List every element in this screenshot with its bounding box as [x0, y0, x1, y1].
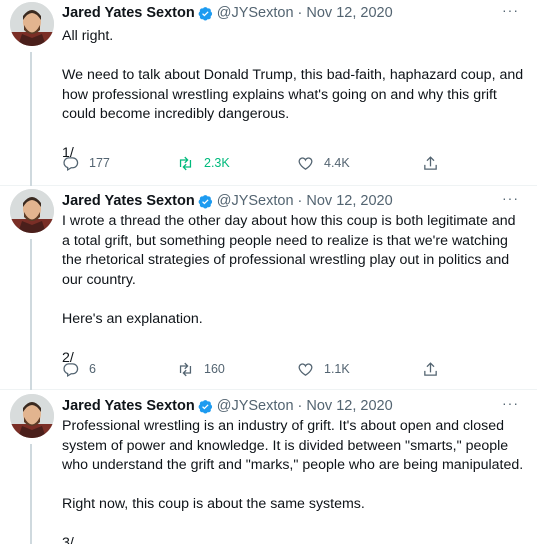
thread-connector-line — [30, 444, 32, 544]
author-handle[interactable]: @JYSexton — [217, 398, 294, 414]
reply-icon — [63, 362, 79, 377]
retweet-count: 160 — [204, 362, 225, 376]
like-button[interactable]: 1.1K — [297, 361, 422, 378]
avatar[interactable] — [10, 189, 54, 233]
reply-count: 6 — [89, 362, 96, 376]
tweet-2[interactable]: Jared Yates Sexton @JYSexton · Nov 12, 2… — [0, 186, 537, 390]
like-count: 4.4K — [324, 156, 350, 170]
heart-icon — [298, 156, 313, 170]
reply-icon — [63, 156, 79, 171]
reply-button[interactable]: 6 — [62, 361, 177, 378]
tweet-date[interactable]: Nov 12, 2020 — [306, 193, 392, 209]
reply-count: 177 — [89, 156, 110, 170]
verified-badge-icon — [198, 6, 212, 21]
tweet-header: Jared Yates Sexton @JYSexton · Nov 12, 2… — [62, 191, 393, 211]
tweet-paragraph: We need to talk about Donald Trump, this… — [62, 67, 524, 122]
reply-button[interactable]: 177 — [62, 155, 177, 172]
tweet-date[interactable]: Nov 12, 2020 — [306, 5, 392, 21]
share-button[interactable] — [422, 361, 439, 378]
separator-dot: · — [297, 193, 303, 209]
tweet-thread: Jared Yates Sexton @JYSexton · Nov 12, 2… — [0, 0, 537, 544]
tweet-text: All right. We need to talk about Donald … — [62, 27, 524, 164]
author-handle[interactable]: @JYSexton — [217, 193, 294, 209]
heart-icon — [298, 362, 313, 376]
thread-connector-line — [30, 52, 32, 186]
avatar[interactable] — [10, 2, 54, 46]
share-icon — [424, 361, 437, 376]
retweet-button[interactable]: 160 — [177, 361, 297, 378]
share-button[interactable] — [422, 155, 439, 172]
author-name[interactable]: Jared Yates Sexton — [62, 193, 195, 209]
thread-connector-line — [30, 239, 32, 390]
author-name[interactable]: Jared Yates Sexton — [62, 5, 195, 21]
tweet-header: Jared Yates Sexton @JYSexton · Nov 12, 2… — [62, 396, 393, 416]
retweet-button[interactable]: 2.3K — [177, 155, 297, 172]
share-icon — [424, 155, 437, 170]
tweet-text: I wrote a thread the other day about how… — [62, 212, 524, 368]
tweet-paragraph: Here's an explanation. — [62, 310, 203, 327]
more-icon[interactable]: ··· — [502, 190, 519, 206]
tweet-date[interactable]: Nov 12, 2020 — [306, 398, 392, 414]
tweet-3[interactable]: Jared Yates Sexton @JYSexton · Nov 12, 2… — [0, 390, 537, 544]
tweet-paragraph: Professional wrestling is an industry of… — [62, 418, 524, 473]
avatar[interactable] — [10, 394, 54, 438]
like-button[interactable]: 4.4K — [297, 155, 422, 172]
tweet-paragraph: All right. — [62, 28, 114, 44]
retweet-icon — [179, 156, 192, 170]
more-icon[interactable]: ··· — [502, 2, 519, 18]
retweet-count: 2.3K — [204, 156, 230, 170]
like-count: 1.1K — [324, 362, 350, 376]
tweet-text: Professional wrestling is an industry of… — [62, 417, 524, 544]
author-handle[interactable]: @JYSexton — [217, 5, 294, 21]
tweet-paragraph: 3/ — [62, 535, 74, 544]
verified-badge-icon — [198, 194, 212, 209]
separator-dot: · — [297, 5, 303, 21]
separator-dot: · — [297, 398, 303, 414]
verified-badge-icon — [198, 399, 212, 414]
tweet-actions: 177 2.3K 4.4K — [62, 153, 452, 173]
tweet-header: Jared Yates Sexton @JYSexton · Nov 12, 2… — [62, 3, 393, 23]
retweet-icon — [179, 362, 192, 376]
tweet-actions: 6 160 1.1K — [62, 359, 452, 379]
more-icon[interactable]: ··· — [502, 395, 519, 411]
tweet-paragraph: Right now, this coup is about the same s… — [62, 496, 365, 512]
tweet-1[interactable]: Jared Yates Sexton @JYSexton · Nov 12, 2… — [0, 0, 537, 186]
tweet-paragraph: I wrote a thread the other day about how… — [62, 213, 516, 288]
author-name[interactable]: Jared Yates Sexton — [62, 398, 195, 414]
